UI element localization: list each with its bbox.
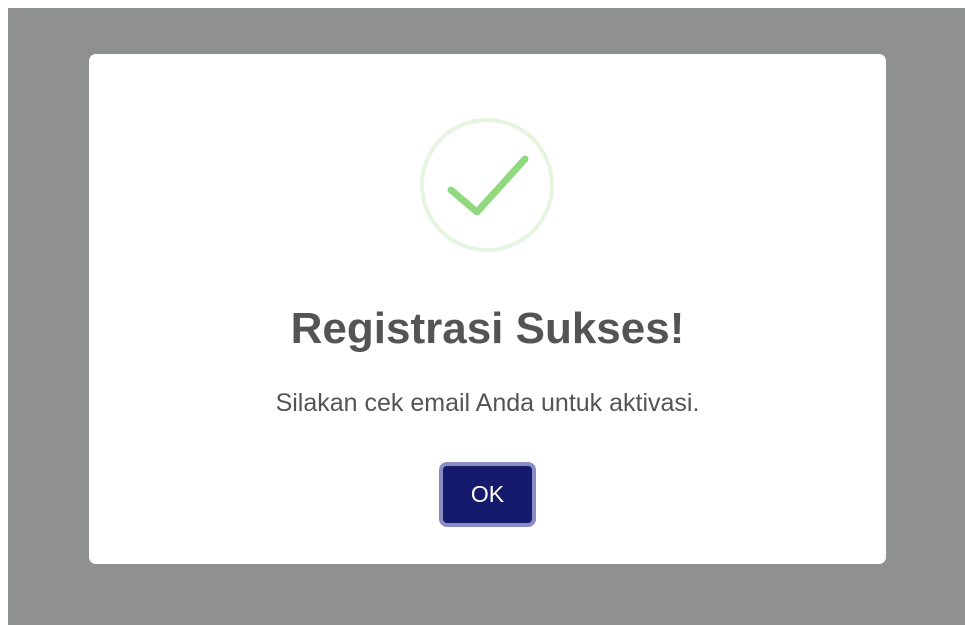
ok-button[interactable]: OK	[439, 462, 536, 527]
dialog-title: Registrasi Sukses!	[290, 304, 685, 353]
success-checkmark-icon	[420, 118, 554, 252]
success-dialog: Registrasi Sukses! Silakan cek email And…	[89, 54, 886, 564]
dialog-message: Silakan cek email Anda untuk aktivasi.	[275, 389, 700, 417]
